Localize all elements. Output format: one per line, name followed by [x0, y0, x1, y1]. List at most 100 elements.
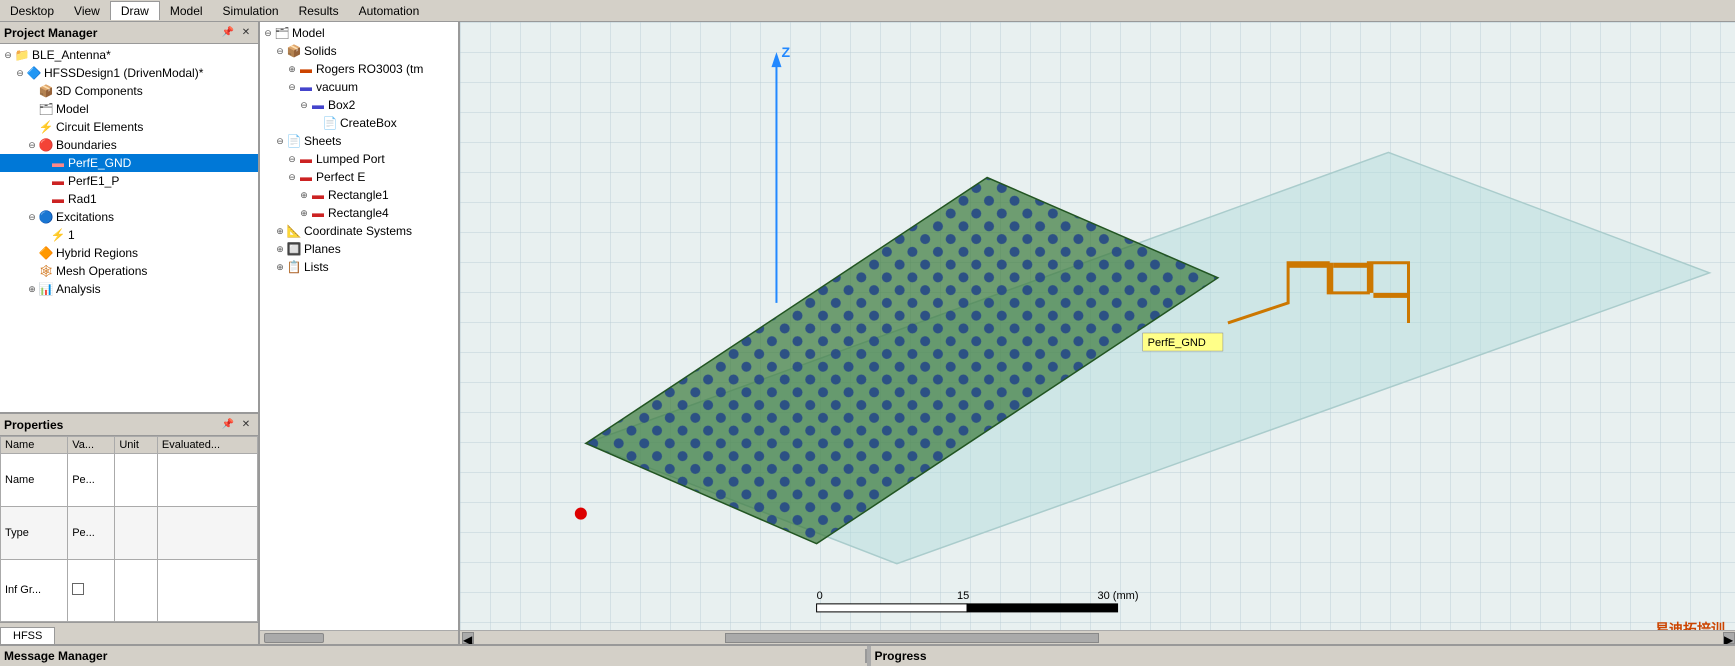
hfss-label: HFSSDesign1 (DrivenModal)*: [44, 66, 203, 80]
tree-exc-1[interactable]: ⊕ ⚡ 1: [0, 226, 258, 244]
tree-ble-antenna[interactable]: ⊖ 📁 BLE_Antenna*: [0, 46, 258, 64]
toggle-rogers[interactable]: ⊕: [286, 63, 298, 75]
tree-model[interactable]: ⊕ 🗂 Model: [0, 100, 258, 118]
menu-view[interactable]: View: [64, 2, 110, 20]
tree-hybrid-regions[interactable]: ⊕ 🔶 Hybrid Regions: [0, 244, 258, 262]
toggle-solids[interactable]: ⊖: [274, 45, 286, 57]
tree-rogers[interactable]: ⊕ ▬ Rogers RO3003 (tm: [260, 60, 458, 78]
rect4-label: Rectangle4: [328, 206, 389, 220]
tree-hfss-design[interactable]: ⊖ 🔷 HFSSDesign1 (DrivenModal)*: [0, 64, 258, 82]
toggle-excitations[interactable]: ⊖: [26, 211, 38, 223]
analysis-icon: 📊: [38, 281, 54, 297]
tree-createbox[interactable]: ⊕ 📄 CreateBox: [260, 114, 458, 132]
middle-hscroll[interactable]: [260, 630, 458, 644]
menu-desktop[interactable]: Desktop: [0, 2, 64, 20]
createbox-icon: 📄: [322, 115, 338, 131]
tree-rectangle1[interactable]: ⊕ ▬ Rectangle1: [260, 186, 458, 204]
tree-perfe1-p[interactable]: ⊕ ▬ PerfE1_P: [0, 172, 258, 190]
toggle-hybrid[interactable]: ⊕: [26, 247, 38, 259]
toggle-model-root[interactable]: ⊖: [262, 27, 274, 39]
model-tree: ⊖ 🗂 Model ⊖ 📦 Solids ⊕ ▬ Rogers RO3003 (…: [260, 22, 458, 630]
tree-analysis[interactable]: ⊕ 📊 Analysis: [0, 280, 258, 298]
scroll-thumb[interactable]: [725, 633, 1099, 643]
toggle-createbox[interactable]: ⊕: [310, 117, 322, 129]
rect1-label: Rectangle1: [328, 188, 389, 202]
tree-boundaries[interactable]: ⊖ 🔴 Boundaries: [0, 136, 258, 154]
prop-pin-icon[interactable]: 📌: [220, 417, 236, 433]
menu-draw[interactable]: Draw: [110, 1, 160, 20]
toggle-ble-antenna[interactable]: ⊖: [2, 49, 14, 61]
perfe-gnd-label-text: PerfE_GND: [1148, 337, 1206, 349]
tree-perfect-e[interactable]: ⊖ ▬ Perfect E: [260, 168, 458, 186]
model-root-icon: 🗂: [274, 25, 290, 41]
toggle-3d[interactable]: ⊕: [26, 85, 38, 97]
sheets-icon: 📄: [286, 133, 302, 149]
tree-coord-systems[interactable]: ⊕ 📐 Coordinate Systems: [260, 222, 458, 240]
menu-bar: Desktop View Draw Model Simulation Resul…: [0, 0, 1735, 22]
rect4-icon: ▬: [310, 205, 326, 221]
toggle-rect1[interactable]: ⊕: [298, 189, 310, 201]
toggle-mesh[interactable]: ⊕: [26, 265, 38, 277]
toggle-lumped-port[interactable]: ⊖: [286, 153, 298, 165]
menu-model[interactable]: Model: [160, 2, 213, 20]
tree-planes[interactable]: ⊕ 🔲 Planes: [260, 240, 458, 258]
toggle-coord[interactable]: ⊕: [274, 225, 286, 237]
tree-rad1[interactable]: ⊕ ▬ Rad1: [0, 190, 258, 208]
toggle-circuit[interactable]: ⊕: [26, 121, 38, 133]
progress-label: Progress: [871, 649, 1735, 663]
toggle-perfect-e[interactable]: ⊖: [286, 171, 298, 183]
infgr-checkbox[interactable]: [72, 583, 84, 595]
close-icon[interactable]: ✕: [238, 25, 254, 41]
scale-15: 15: [957, 590, 969, 602]
tree-perfe-gnd[interactable]: ⊕ ▬ PerfE_GND: [0, 154, 258, 172]
tree-solids[interactable]: ⊖ 📦 Solids: [260, 42, 458, 60]
tree-sheets[interactable]: ⊖ 📄 Sheets: [260, 132, 458, 150]
viewport-hscroll[interactable]: ◀ ▶: [460, 630, 1735, 644]
scroll-track[interactable]: [476, 633, 1721, 643]
toggle-sheets[interactable]: ⊖: [274, 135, 286, 147]
perfe-gnd-label: PerfE_GND: [68, 156, 131, 170]
toggle-planes[interactable]: ⊕: [274, 243, 286, 255]
toggle-perfe1-p[interactable]: ⊕: [38, 175, 50, 187]
tree-excitations[interactable]: ⊖ 🔵 Excitations: [0, 208, 258, 226]
toggle-boundaries[interactable]: ⊖: [26, 139, 38, 151]
col-value: Va...: [68, 437, 115, 454]
toggle-model[interactable]: ⊕: [26, 103, 38, 115]
menu-simulation[interactable]: Simulation: [213, 2, 289, 20]
pin-icon[interactable]: 📌: [220, 25, 236, 41]
toggle-rect4[interactable]: ⊕: [298, 207, 310, 219]
tree-rectangle4[interactable]: ⊕ ▬ Rectangle4: [260, 204, 458, 222]
toggle-vacuum[interactable]: ⊖: [286, 81, 298, 93]
tree-lumped-port[interactable]: ⊖ ▬ Lumped Port: [260, 150, 458, 168]
project-manager-header: Project Manager 📌 ✕: [0, 22, 258, 44]
tree-3d-components[interactable]: ⊕ 📦 3D Components: [0, 82, 258, 100]
toggle-hfss[interactable]: ⊖: [14, 67, 26, 79]
toggle-lists[interactable]: ⊕: [274, 261, 286, 273]
prop-name-value: Pe...: [68, 454, 115, 507]
menu-results[interactable]: Results: [289, 2, 349, 20]
tree-box2[interactable]: ⊖ ▬ Box2: [260, 96, 458, 114]
middle-hscroll-thumb[interactable]: [264, 633, 324, 643]
tree-lists[interactable]: ⊕ 📋 Lists: [260, 258, 458, 276]
exc-1-icon: ⚡: [50, 227, 66, 243]
coord-icon: 📐: [286, 223, 302, 239]
prop-type-eval: [157, 506, 257, 559]
tree-mesh-operations[interactable]: ⊕ 🕸 Mesh Operations: [0, 262, 258, 280]
tree-model-root[interactable]: ⊖ 🗂 Model: [260, 24, 458, 42]
mesh-icon: 🕸: [38, 263, 54, 279]
perfe-gnd-icon: ▬: [50, 155, 66, 171]
hfss-tab[interactable]: HFSS: [0, 627, 55, 644]
toggle-box2[interactable]: ⊖: [298, 99, 310, 111]
tree-vacuum[interactable]: ⊖ ▬ vacuum: [260, 78, 458, 96]
prop-panel-icons: 📌 ✕: [220, 417, 254, 433]
tree-circuit-elements[interactable]: ⊕ ⚡ Circuit Elements: [0, 118, 258, 136]
menu-automation[interactable]: Automation: [349, 2, 430, 20]
scroll-left-btn[interactable]: ◀: [462, 632, 474, 644]
toggle-analysis[interactable]: ⊕: [26, 283, 38, 295]
prop-close-icon[interactable]: ✕: [238, 417, 254, 433]
scroll-right-btn[interactable]: ▶: [1723, 632, 1735, 644]
viewport[interactable]: Z: [460, 22, 1735, 644]
toggle-perfe-gnd[interactable]: ⊕: [38, 157, 50, 169]
toggle-exc-1[interactable]: ⊕: [38, 229, 50, 241]
toggle-rad1[interactable]: ⊕: [38, 193, 50, 205]
